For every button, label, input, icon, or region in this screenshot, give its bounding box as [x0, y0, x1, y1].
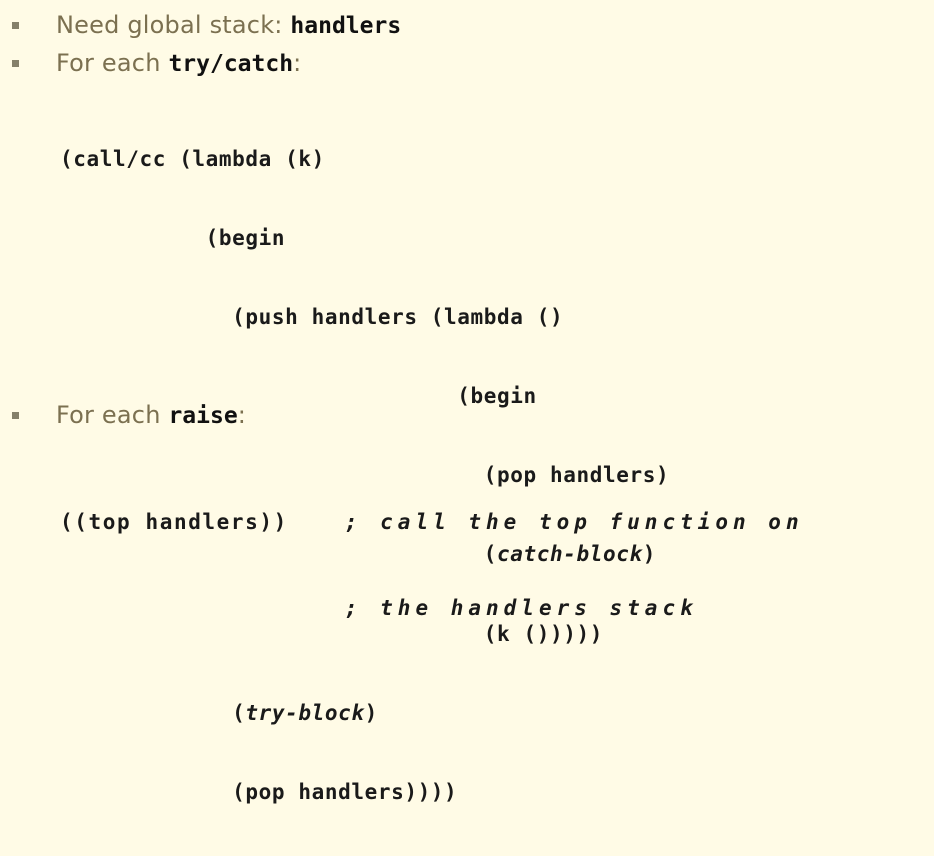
code-line: (push handlers (lambda (): [60, 305, 564, 330]
code-text: ): [364, 700, 378, 725]
bullet-text: Need global stack: handlers: [56, 11, 401, 39]
bullet-label: For each: [56, 49, 169, 77]
bullet-marker: [12, 21, 19, 29]
code-line: ((top handlers)) ; call the top function…: [60, 503, 804, 541]
code-line: (pop handlers)))): [60, 779, 458, 804]
bullet-suffix: :: [237, 401, 246, 429]
code-block-raise: ((top handlers)) ; call the top function…: [60, 455, 804, 675]
bullet-code: handlers: [290, 13, 402, 39]
code-line: (try-block): [60, 698, 669, 729]
code-line: (call/cc (lambda (k): [60, 147, 325, 171]
bullet-code: raise: [168, 403, 238, 429]
code-line: (begin: [60, 226, 286, 251]
code-text: (: [60, 700, 246, 725]
code-line: ; the handlers stack: [60, 589, 804, 627]
code-comment: ; the handlers stack: [344, 596, 698, 620]
bullet-code: try/catch: [168, 51, 294, 77]
slide: Need global stack: handlers For each try…: [0, 0, 934, 804]
code-comment: ; call the top function on: [344, 510, 804, 534]
bullet-suffix: :: [293, 49, 302, 77]
bullet-text: For each raise:: [56, 401, 246, 429]
bullet-label: For each: [56, 401, 169, 429]
code-text: ((top handlers)): [60, 510, 345, 534]
bullet-text: For each try/catch:: [56, 49, 301, 77]
bullet-label: Need global stack:: [56, 11, 291, 39]
code-italic-text: try-block: [245, 700, 365, 725]
bullet-marker: [12, 411, 19, 419]
bullet-marker: [12, 59, 19, 67]
